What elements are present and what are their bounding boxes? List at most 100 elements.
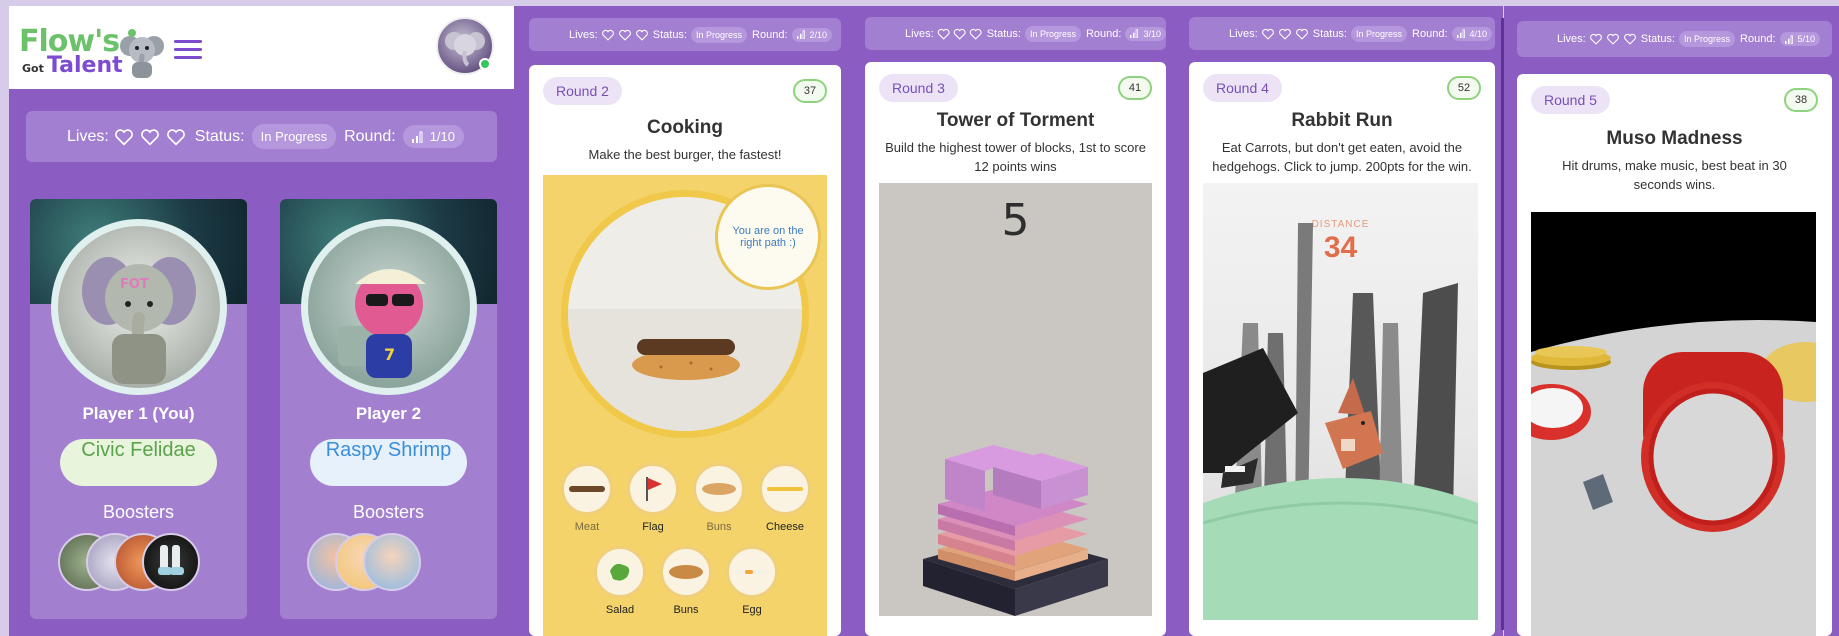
lives-label: Lives: [569, 28, 598, 41]
status-label: Status: [194, 127, 245, 145]
round-value: 1/10 [429, 129, 455, 144]
player-2-nickname-button[interactable]: Raspy Shrimp [310, 439, 467, 486]
svg-text:FOT: FOT [120, 277, 149, 292]
ingredient-label: Buns [706, 521, 732, 533]
game-title: Tower of Torment [936, 110, 1095, 131]
player-card-2: 7 Player 2 Raspy Shrimp Boosters [280, 199, 497, 619]
heart-outline-icon [1589, 33, 1602, 45]
drum-game-canvas[interactable] [1531, 212, 1816, 636]
heart-outline-icon [970, 28, 982, 40]
game-panel-round-4: Lives: Status: In Progress Round: 4/10 R… [1176, 6, 1503, 636]
round-value: 2/10 [809, 29, 828, 40]
ingredient-buns[interactable]: Buns [689, 463, 749, 533]
main-panel: Flow's Got Talent Lives: Status: In Prog… [9, 6, 514, 636]
block-tower [923, 445, 1108, 616]
ingredient-label: Flag [642, 521, 664, 533]
meat-icon [561, 463, 613, 515]
game-status-bar: Lives: Status: In Progress Round: 3/10 [865, 17, 1166, 50]
signal-bars-icon [411, 131, 423, 143]
player-1-nickname-button[interactable]: Civic Felidae [60, 439, 217, 486]
elephant-mascot-icon [120, 29, 164, 78]
game-status-bar: Lives: Status: In Progress Round: 2/10 [529, 18, 841, 51]
round-label: Round: [1740, 33, 1776, 45]
round-number-badge: Round 2 [543, 77, 622, 105]
signal-bars-icon [1130, 29, 1139, 38]
status-badge: In Progress [251, 124, 337, 149]
pink-monster-character-icon: 7 [338, 269, 426, 378]
ingredient-cheese[interactable]: Cheese [755, 463, 815, 533]
lettuce-icon [594, 546, 646, 598]
round-number-badge: Round 3 [879, 74, 958, 102]
ingredient-flag[interactable]: Flag [623, 463, 683, 533]
ingredient-salad[interactable]: Salad [590, 546, 650, 616]
lives-label: Lives: [905, 27, 934, 40]
player-2-portrait: 7 [301, 219, 477, 395]
heart-outline-icon [1295, 28, 1308, 40]
app-logo[interactable]: Flow's Got Talent [19, 20, 164, 80]
ingredient-label: Meat [574, 521, 600, 533]
ingredient-meat[interactable]: Meat [557, 463, 617, 533]
game-description: Make the best burger, the fastest! [588, 147, 782, 162]
round-value: 5/10 [1797, 34, 1816, 44]
player-2-name: Player 2 [355, 404, 422, 423]
round-label: Round: [344, 127, 396, 145]
signal-bars-icon [796, 30, 805, 39]
status-badge: In Progress [1351, 25, 1408, 42]
online-status-dot [479, 58, 491, 70]
user-avatar[interactable] [436, 17, 494, 75]
lives-label: Lives: [1557, 33, 1586, 45]
heart-outline-icon [1261, 28, 1274, 40]
booster-avatar[interactable] [142, 533, 200, 591]
ingredient-label: Cheese [766, 521, 804, 533]
lives-label: Lives: [67, 127, 109, 145]
drum-kit-scene [1531, 320, 1816, 636]
round-label: Round: [1412, 27, 1448, 40]
forest-scene [1203, 223, 1478, 620]
ingredient-egg[interactable]: Egg [722, 546, 782, 616]
heart-outline-icon [601, 29, 614, 41]
game-panel-round-2: Lives: Status: In Progress Round: 2/10 R… [514, 6, 849, 636]
heart-outline-icon [618, 29, 631, 41]
game-panel-round-3: Lives: Status: In Progress Round: 3/10 R… [849, 6, 1176, 636]
socks-icon [158, 545, 184, 575]
status-badge: In Progress [1024, 25, 1081, 42]
game-status-bar: Lives: Status: In Progress Round: 4/10 [1189, 17, 1495, 50]
score-badge: 38 [1784, 88, 1818, 112]
round-value: 3/10 [1143, 28, 1161, 39]
bun-icon [693, 463, 745, 515]
cooking-game-canvas[interactable]: You are on the right path :) Meat Flag B… [543, 175, 827, 636]
status-label: Status: [986, 27, 1021, 40]
player-card-1: FOT Player 1 (You) Civic Felidae Booster… [30, 199, 247, 619]
top-navbar: Flow's Got Talent [9, 6, 514, 89]
signal-bars-icon [1784, 34, 1793, 44]
game-status-bar: Lives: Status: In Progress Round: 5/10 [1517, 21, 1832, 57]
heart-outline-icon [114, 128, 133, 146]
round-label: Round: [1085, 27, 1122, 40]
game-description: Hit drums, make music, best beat in 30 s… [1562, 158, 1787, 192]
heart-outline-icon [1606, 33, 1619, 45]
heart-outline-icon [953, 28, 966, 40]
game-card-rabbit: Round 4 52 Rabbit Run Eat Carrots, but d… [1189, 62, 1495, 636]
round-badge: 3/10 [1125, 26, 1166, 41]
game-title: Cooking [647, 117, 723, 138]
player-1-name: Player 1 (You) [82, 404, 195, 423]
booster-avatar[interactable] [363, 533, 421, 591]
round-label: Round: [752, 28, 788, 41]
round-badge: 1/10 [402, 125, 464, 148]
ingredient-label: Egg [742, 604, 762, 616]
score-badge: 52 [1447, 76, 1481, 100]
round-number-badge: Round 4 [1203, 74, 1282, 102]
bun-icon [660, 546, 712, 598]
hamburger-menu-icon[interactable] [174, 40, 202, 60]
signal-bars-icon [1456, 29, 1465, 38]
score-badge: 37 [793, 79, 827, 103]
round-badge: 4/10 [1451, 26, 1493, 41]
ingredient-buns-2[interactable]: Buns [656, 546, 716, 616]
tower-game-canvas[interactable]: 5 [879, 183, 1152, 616]
boosters-label: Boosters [102, 502, 175, 522]
round-number-badge: Round 5 [1531, 86, 1610, 114]
heart-outline-icon [140, 128, 159, 146]
game-card-cooking: Round 2 37 Cooking Make the best burger,… [529, 65, 841, 636]
round-badge: 2/10 [791, 27, 833, 42]
rabbit-game-canvas[interactable]: DISTANCE 34 [1203, 183, 1478, 620]
